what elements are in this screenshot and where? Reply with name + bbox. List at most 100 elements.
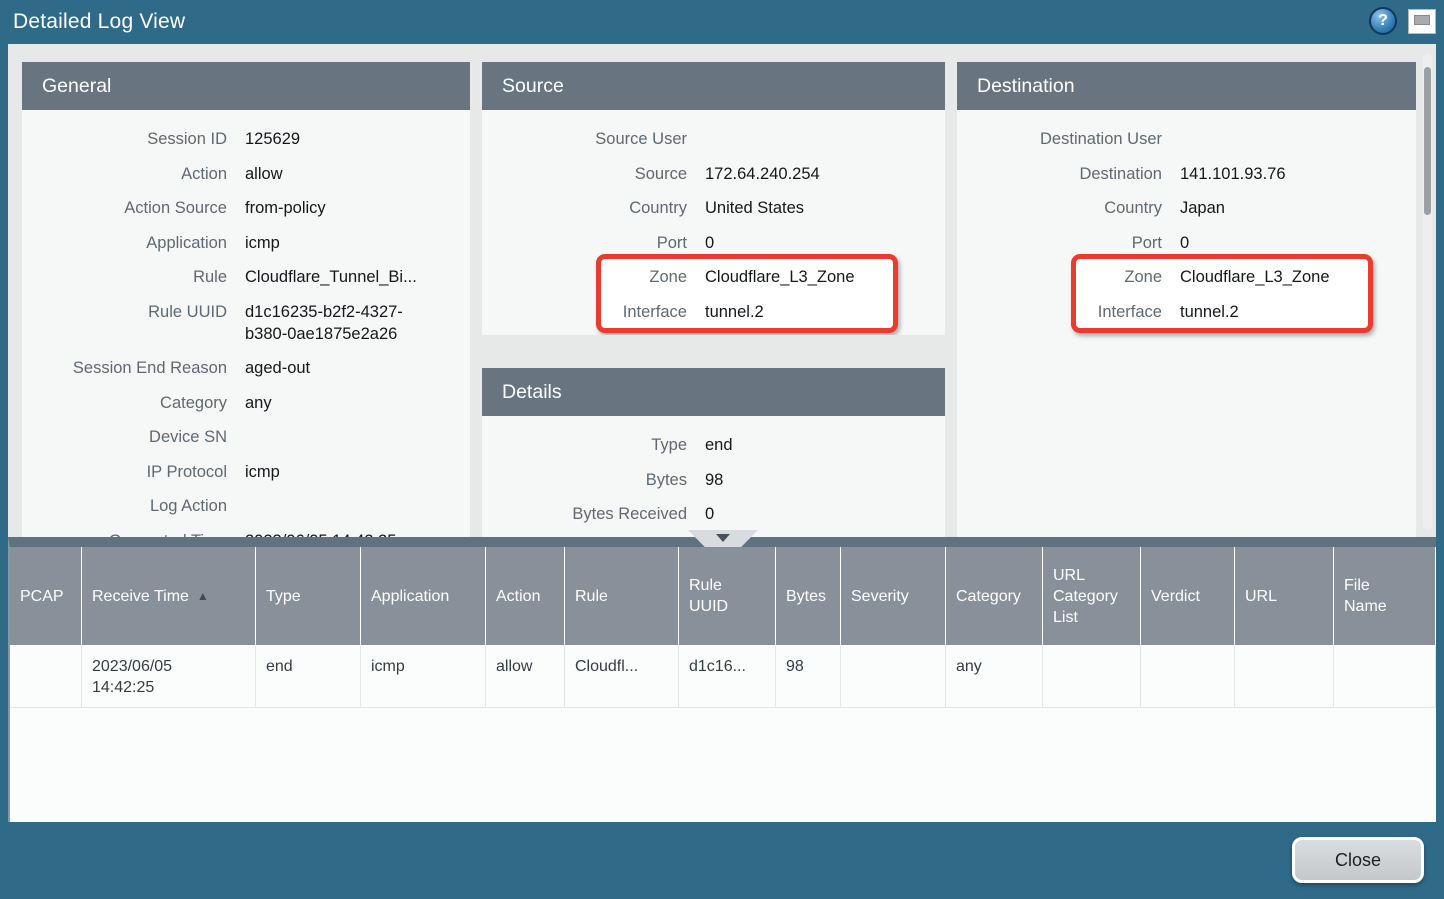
field-value: d1c16235-b2f2-4327- b380-0ae1875e2a26 [245, 301, 403, 345]
table-cell-url-category-list [1043, 647, 1141, 707]
field-label: Destination User [957, 128, 1162, 150]
field-value: Cloudflare_Tunnel_Bi... [245, 266, 417, 288]
dialog-footer: Close [0, 822, 1444, 899]
table-cell-verdict [1141, 647, 1235, 707]
field-label: Bytes Received [482, 503, 687, 525]
column-header-url[interactable]: URL [1235, 547, 1334, 645]
field-value: end [705, 434, 733, 456]
column-header-label: Severity [851, 586, 909, 607]
dialog-title: Detailed Log View [0, 0, 1444, 44]
table-cell-rule-uuid: d1c16... [679, 647, 776, 707]
log-table-row[interactable]: 2023/06/05 14:42:25endicmpallowCloudfl..… [10, 647, 1436, 708]
field-row: Rule UUID d1c16235-b2f2-4327- b380-0ae187… [22, 295, 470, 352]
column-header-severity[interactable]: Severity [841, 547, 946, 645]
field-label: Action [22, 163, 227, 185]
field-value: 98 [705, 469, 723, 491]
field-row: Bytes98 [482, 463, 945, 498]
field-value: 125629 [245, 128, 300, 150]
column-header-action[interactable]: Action [486, 547, 565, 645]
column-header-receive-time[interactable]: Receive Time ▲ [82, 547, 256, 645]
column-header-category[interactable]: Category [946, 547, 1043, 645]
scrollbar-thumb[interactable] [1424, 67, 1431, 215]
table-cell-receive-time: 2023/06/05 14:42:25 [82, 647, 256, 707]
log-table-section: PCAP Receive Time ▲ TypeApplication Action Ru… [8, 537, 1436, 822]
column-header-label: Verdict [1151, 586, 1200, 607]
column-header-label: PCAP [20, 586, 64, 607]
field-row: Interface tunnel.2 [957, 295, 1416, 330]
help-icon[interactable]: ? [1369, 7, 1397, 35]
table-cell-rule: Cloudfl... [565, 647, 679, 707]
column-header-bytes[interactable]: Bytes [776, 547, 841, 645]
log-table-header: PCAP Receive Time ▲ TypeApplication Action Ru… [10, 547, 1436, 647]
field-value: United States [705, 197, 804, 219]
field-row: Session End Reasonaged-out [22, 351, 470, 386]
field-row: Source172.64.240.254 [482, 157, 945, 192]
field-value: tunnel.2 [705, 301, 764, 323]
destination-panel: Destination Destination User Destination 1… [957, 62, 1416, 537]
field-label: Generated Time [22, 530, 227, 538]
field-label: Action Source [22, 197, 227, 219]
field-row: Source User [482, 122, 945, 157]
column-header-url-category-list[interactable]: URL Category List [1043, 547, 1141, 645]
scrollbar-track[interactable] [1423, 54, 1432, 529]
field-label: Port [957, 232, 1162, 254]
window-glyph [1414, 15, 1430, 25]
details-fields: TypeendBytes98Bytes Received0 [482, 416, 945, 537]
field-row: Destination 141.101.93.76 [957, 157, 1416, 192]
column-header-file-name[interactable]: File Name [1334, 547, 1436, 645]
field-label: Interface [482, 301, 687, 323]
field-value: from-policy [245, 197, 326, 219]
field-value: Cloudflare_L3_Zone [1180, 266, 1330, 288]
close-button[interactable]: Close [1292, 837, 1424, 883]
column-header-label: Receive Time [92, 586, 189, 607]
table-cell-type: end [256, 647, 361, 707]
window-control-icon[interactable] [1408, 9, 1436, 34]
field-row: CountryJapan [957, 191, 1416, 226]
field-value: 2023/06/05 14:42:25 [245, 530, 396, 538]
column-header-type[interactable]: Type [256, 547, 361, 645]
field-label: Destination [957, 163, 1162, 185]
field-label: Interface [957, 301, 1162, 323]
details-panel: Details TypeendBytes98Bytes Received0 [482, 368, 945, 537]
column-header-application[interactable]: Application [361, 547, 486, 645]
column-header-label: Action [496, 586, 540, 607]
general-panel-title: General [22, 62, 470, 110]
destination-fields: Destination User Destination 141.101.93.76… [957, 110, 1416, 537]
field-label: Port [482, 232, 687, 254]
column-header-verdict[interactable]: Verdict [1141, 547, 1235, 645]
field-value: 141.101.93.76 [1180, 163, 1286, 185]
column-header-rule-uuid[interactable]: Rule UUID [679, 547, 776, 645]
column-header-pcap[interactable]: PCAP [10, 547, 82, 645]
field-value: 0 [705, 503, 714, 525]
field-row: Device SN [22, 420, 470, 455]
field-row: Action Source from-policy [22, 191, 470, 226]
field-row: Zone Cloudflare_L3_Zone [957, 260, 1416, 295]
column-header-label: Rule UUID [689, 575, 728, 617]
field-row: Bytes Received 0 [482, 497, 945, 532]
field-value: 0 [1180, 232, 1189, 254]
field-row: Port0 [482, 226, 945, 261]
field-row: Generated Time 2023/06/05 14:42:25 [22, 524, 470, 538]
field-value: Cloudflare_L3_Zone [705, 266, 855, 288]
field-value: any [245, 392, 272, 414]
field-value: Japan [1180, 197, 1225, 219]
field-label: Device SN [22, 426, 227, 448]
help-glyph: ? [1378, 12, 1388, 30]
field-label: Rule UUID [22, 301, 227, 323]
field-row: Log Action [22, 489, 470, 524]
column-header-label: Rule [575, 586, 608, 607]
chevron-down-icon [716, 534, 730, 542]
field-row: Categoryany [22, 386, 470, 421]
field-row: Port 0 [957, 226, 1416, 261]
column-header-label: Category [956, 586, 1021, 607]
field-value: tunnel.2 [1180, 301, 1239, 323]
field-label: Zone [957, 266, 1162, 288]
sort-ascending-icon: ▲ [197, 586, 209, 607]
column-header-rule[interactable]: Rule [565, 547, 679, 645]
table-cell-pcap [10, 647, 82, 707]
field-label: Rule [22, 266, 227, 288]
column-header-label: URL Category List [1053, 565, 1118, 628]
field-value: aged-out [245, 357, 310, 379]
table-cell-category: any [946, 647, 1043, 707]
table-cell-bytes: 98 [776, 647, 841, 707]
